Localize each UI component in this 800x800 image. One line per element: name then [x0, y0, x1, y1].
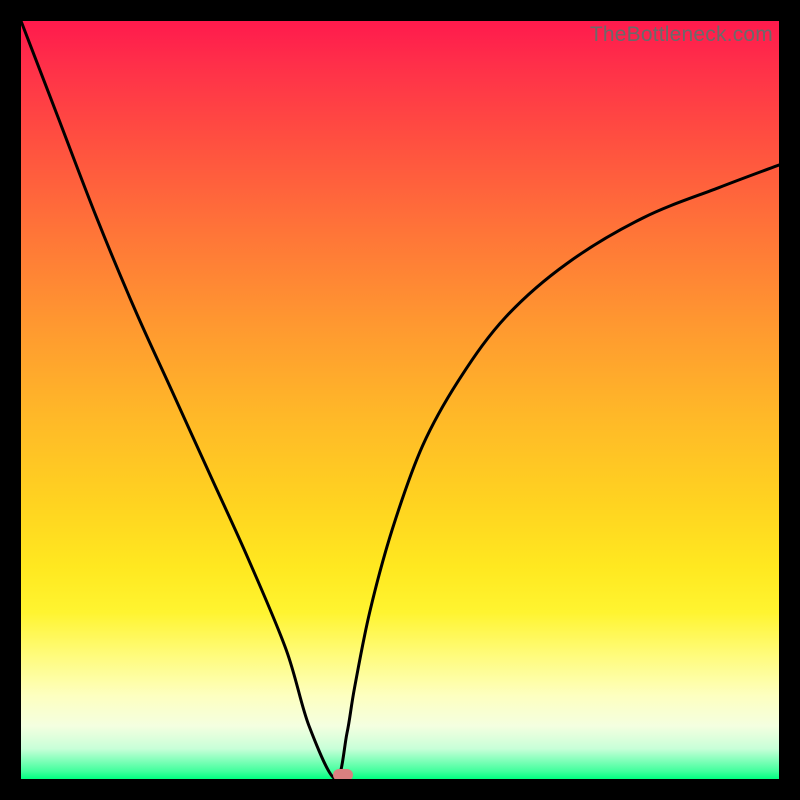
bottleneck-curve [21, 21, 779, 779]
optimal-point-marker [333, 769, 353, 779]
chart-plot-area: TheBottleneck.com [21, 21, 779, 779]
